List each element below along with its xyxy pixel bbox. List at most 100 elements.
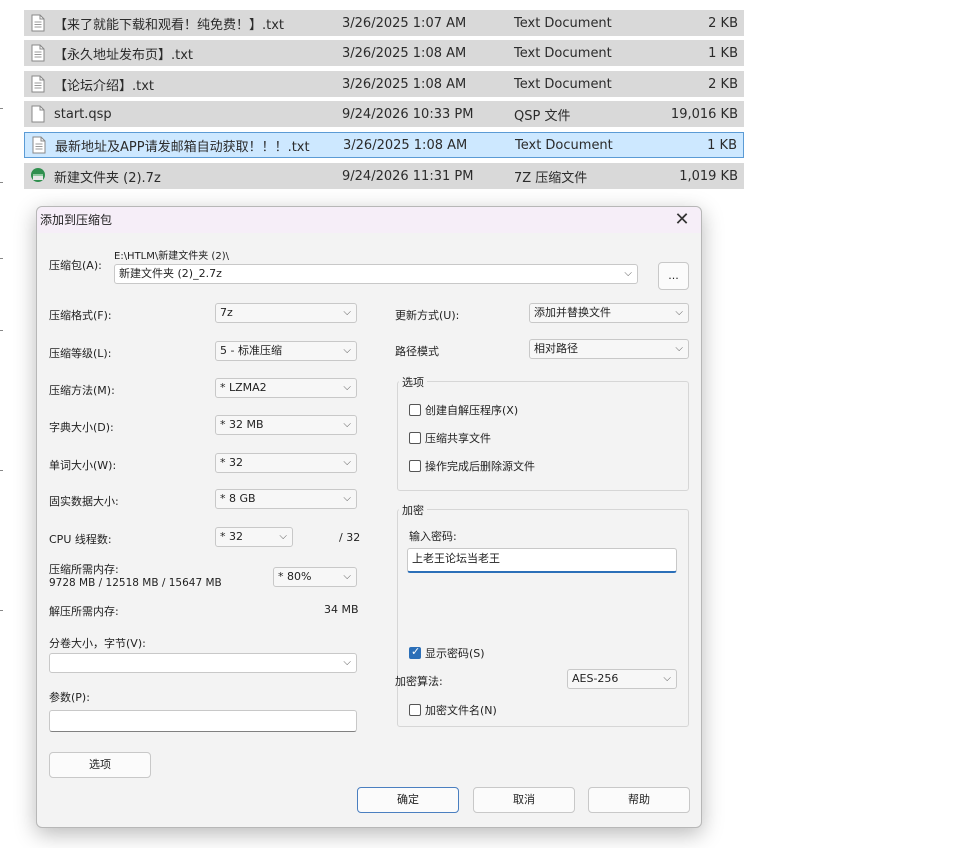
split-label: 分卷大小，字节(V): <box>49 637 146 650</box>
file-type: QSP 文件 <box>514 108 571 124</box>
format-value: 7z <box>220 306 233 319</box>
solid-combo[interactable]: * 8 GB ⌵ <box>215 489 357 509</box>
encrypt-filenames-checkbox[interactable]: 加密文件名(N) <box>409 702 497 718</box>
cpu-value: * 32 <box>220 530 243 543</box>
checkbox-box <box>409 404 421 416</box>
file-date: 3/26/2025 1:07 AM <box>342 15 467 31</box>
encrypt-filenames-label: 加密文件名(N) <box>425 704 497 717</box>
encryption-group-title: 加密 <box>399 502 427 518</box>
decomp-value: 34 MB <box>324 603 359 616</box>
mem-label: 压缩所需内存: <box>49 563 119 576</box>
file-icon <box>30 105 46 123</box>
chevron-down-icon: ⌵ <box>675 307 683 318</box>
file-name: 【来了就能下载和观看！纯免费！】.txt <box>54 17 285 33</box>
path-combo[interactable]: 相对路径 ⌵ <box>529 339 689 359</box>
chevron-down-icon: ⌵ <box>343 419 351 430</box>
checkbox-box <box>409 704 421 716</box>
level-value: 5 - 标准压缩 <box>220 344 282 357</box>
solid-value: * 8 GB <box>220 492 256 505</box>
params-input[interactable] <box>49 710 357 732</box>
method-combo[interactable]: * LZMA2 ⌵ <box>215 378 357 398</box>
method-label: 压缩方法(M): <box>49 384 115 397</box>
file-date: 9/24/2026 10:33 PM <box>342 106 474 122</box>
chevron-down-icon: ⌵ <box>343 657 351 668</box>
file-size: 1 KB <box>708 45 738 61</box>
format-combo[interactable]: 7z ⌵ <box>215 303 357 323</box>
checkbox-box <box>409 460 421 472</box>
file-type: Text Document <box>515 137 613 153</box>
solid-label: 固实数据大小: <box>49 495 119 508</box>
chevron-down-icon: ⌵ <box>343 307 351 318</box>
split-combo[interactable]: ⌵ <box>49 653 357 673</box>
file-size: 2 KB <box>708 15 738 31</box>
checkbox-box <box>409 432 421 444</box>
chevron-down-icon: ⌵ <box>343 345 351 356</box>
format-label: 压缩格式(F): <box>49 309 112 322</box>
enc-method-combo[interactable]: AES-256 ⌵ <box>567 669 677 689</box>
opt-delete-label: 操作完成后删除源文件 <box>425 460 535 473</box>
chevron-down-icon: ⌵ <box>343 493 351 504</box>
text-file-icon <box>30 75 46 93</box>
archive-icon <box>30 167 46 185</box>
text-file-icon <box>31 136 47 154</box>
level-label: 压缩等级(L): <box>49 347 112 360</box>
mem-combo[interactable]: * 80% ⌵ <box>273 567 357 587</box>
opt-delete-checkbox[interactable]: 操作完成后删除源文件 <box>409 458 535 474</box>
file-date: 9/24/2026 11:31 PM <box>342 168 474 184</box>
path-label: 路径模式 <box>395 345 439 358</box>
opt-sfx-checkbox[interactable]: 创建自解压程序(X) <box>409 402 518 418</box>
archive-name-combo[interactable]: 新建文件夹 (2)_2.7z ⌵ <box>114 264 638 284</box>
file-type: Text Document <box>514 45 612 61</box>
update-combo[interactable]: 添加并替换文件 ⌵ <box>529 303 689 323</box>
update-label: 更新方式(U): <box>395 309 460 322</box>
archive-path: E:\HTLM\新建文件夹 (2)\ <box>114 251 229 262</box>
file-name: start.qsp <box>54 106 112 122</box>
checkbox-checked-icon <box>409 645 421 659</box>
mem-value: * 80% <box>278 570 312 583</box>
path-value: 相对路径 <box>534 342 578 355</box>
close-icon[interactable]: ✕ <box>671 209 693 231</box>
options-button[interactable]: 选项 <box>49 752 151 778</box>
dict-label: 字典大小(D): <box>49 421 114 434</box>
password-input[interactable]: 上老王论坛当老王 <box>407 548 677 573</box>
show-password-label: 显示密码(S) <box>425 647 485 660</box>
options-group-title: 选项 <box>399 374 427 390</box>
file-row[interactable]: start.qsp 9/24/2026 10:33 PM QSP 文件 19,016 … <box>24 101 744 127</box>
enc-method-label: 加密算法: <box>395 675 443 688</box>
file-type: Text Document <box>514 15 612 31</box>
cpu-label: CPU 线程数: <box>49 533 112 546</box>
browse-button[interactable]: ... <box>658 262 689 290</box>
dict-combo[interactable]: * 32 MB ⌵ <box>215 415 357 435</box>
method-value: * LZMA2 <box>220 381 267 394</box>
file-row[interactable]: 最新地址及APP请发邮箱自动获取！！！.txt 3/26/2025 1:08 AM… <box>24 132 744 158</box>
ok-button[interactable]: 确定 <box>357 787 459 813</box>
file-row[interactable]: 【论坛介绍】.txt 3/26/2025 1:08 AM Text Document… <box>24 71 744 97</box>
chevron-down-icon: ⌵ <box>343 457 351 468</box>
file-row[interactable]: 【永久地址发布页】.txt 3/26/2025 1:08 AM Text Docum… <box>24 40 744 66</box>
file-type: 7Z 压缩文件 <box>514 170 588 186</box>
chevron-down-icon: ⌵ <box>663 673 671 684</box>
file-type: Text Document <box>514 76 612 92</box>
params-label: 参数(P): <box>49 691 90 704</box>
chevron-down-icon: ⌵ <box>279 531 287 542</box>
file-size: 1,019 KB <box>679 168 738 184</box>
file-row[interactable]: 新建文件夹 (2).7z 9/24/2026 11:31 PM 7Z 压缩文件 1,0… <box>24 163 744 189</box>
cancel-button[interactable]: 取消 <box>473 787 575 813</box>
show-password-checkbox[interactable]: 显示密码(S) <box>409 645 485 661</box>
opt-shared-checkbox[interactable]: 压缩共享文件 <box>409 430 491 446</box>
password-label: 输入密码: <box>409 530 457 543</box>
chevron-down-icon: ⌵ <box>343 382 351 393</box>
file-date: 3/26/2025 1:08 AM <box>342 76 467 92</box>
level-combo[interactable]: 5 - 标准压缩 ⌵ <box>215 341 357 361</box>
file-name: 【永久地址发布页】.txt <box>54 47 194 63</box>
opt-sfx-label: 创建自解压程序(X) <box>425 404 519 417</box>
word-combo[interactable]: * 32 ⌵ <box>215 453 357 473</box>
decomp-label: 解压所需内存: <box>49 605 119 618</box>
cpu-combo[interactable]: * 32 ⌵ <box>215 527 293 547</box>
file-date: 3/26/2025 1:08 AM <box>342 45 467 61</box>
enc-method-value: AES-256 <box>572 672 619 685</box>
cpu-total: / 32 <box>339 531 361 544</box>
text-file-icon <box>30 14 46 32</box>
file-row[interactable]: 【来了就能下载和观看！纯免费！】.txt 3/26/2025 1:07 AM Tex… <box>24 10 744 36</box>
help-button[interactable]: 帮助 <box>588 787 690 813</box>
